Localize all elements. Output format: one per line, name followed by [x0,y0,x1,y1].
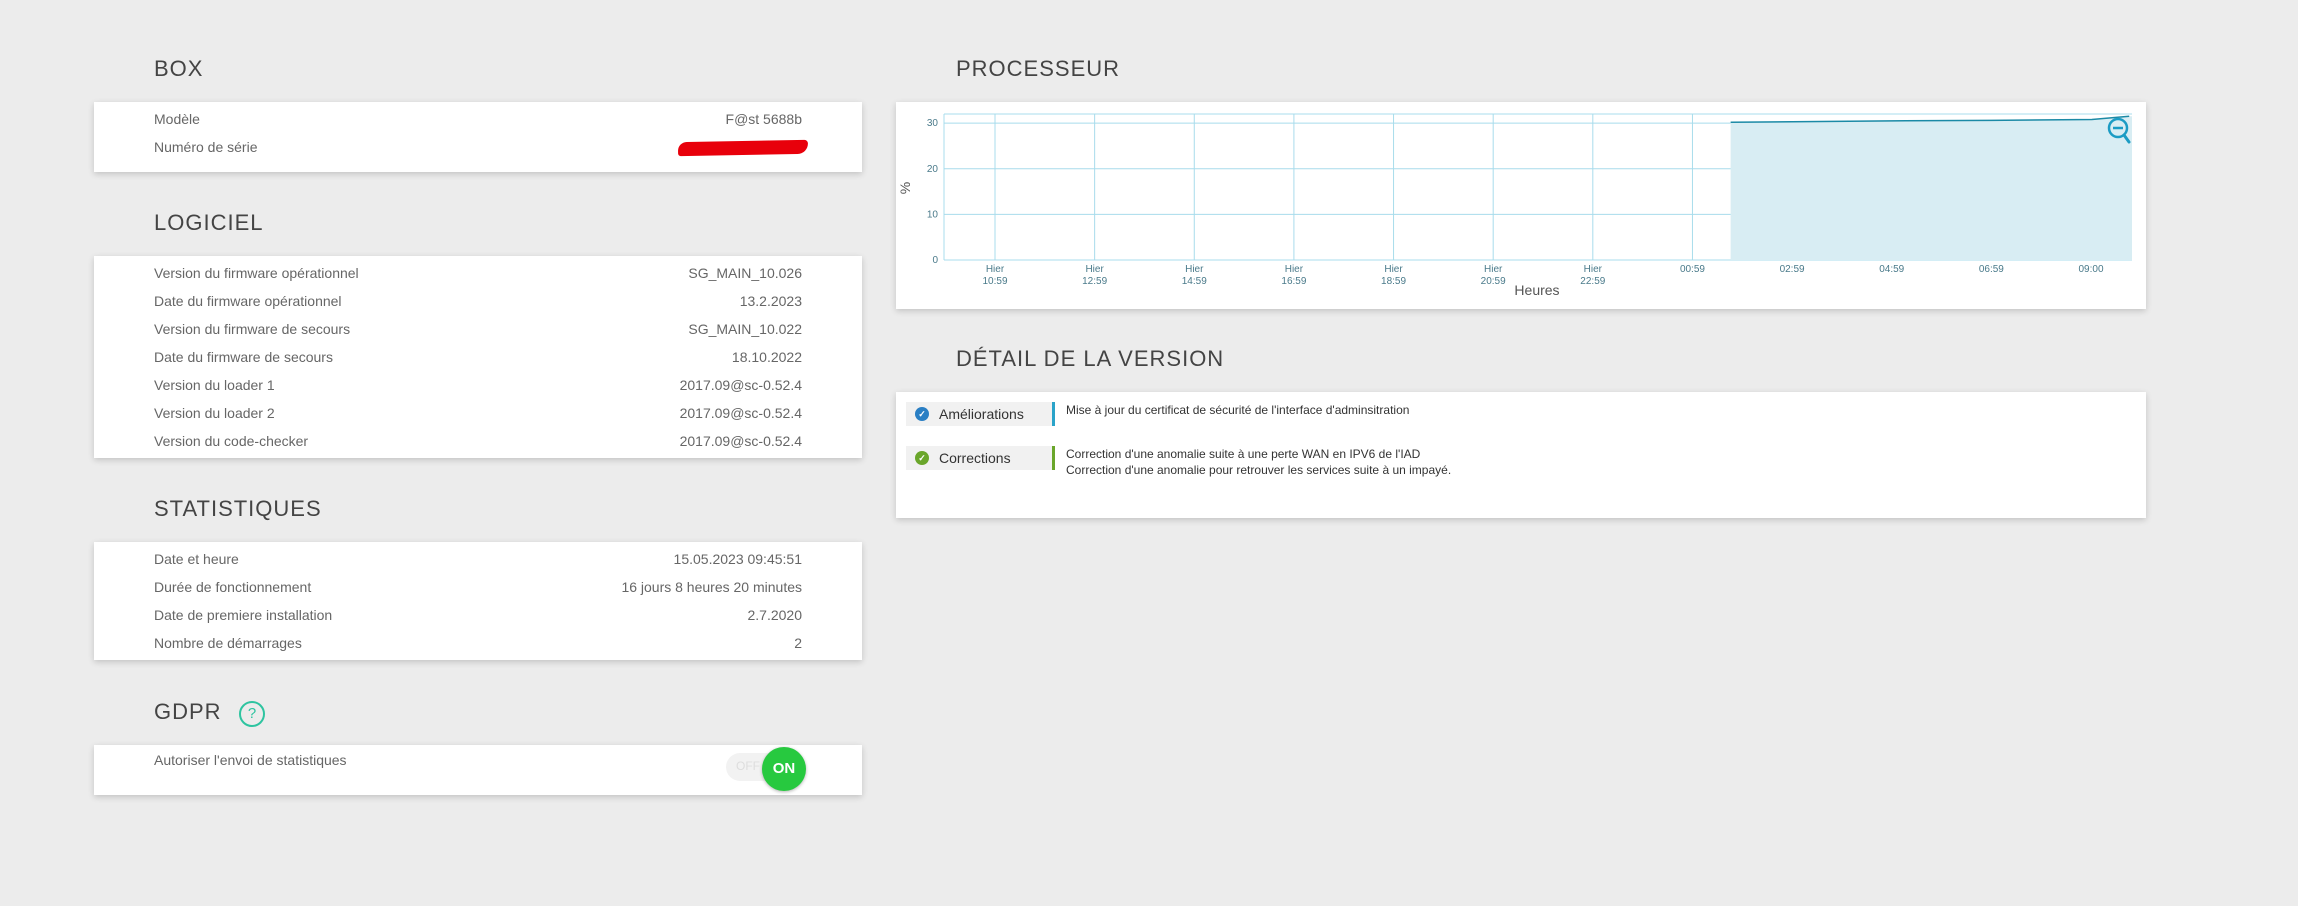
cpu-area-fill [1730,116,2132,260]
logiciel-label: Version du code-checker [154,433,309,449]
logiciel-label: Version du loader 1 [154,377,275,393]
logiciel-row: Version du loader 2 2017.09@sc-0.52.4 [154,399,802,427]
stats-label: Nombre de démarrages [154,635,302,651]
x-tick-label: 00:59 [1680,264,1705,275]
corrections-text: Correction d'une anomalie suite à une pe… [1066,446,1451,478]
serial-redaction-mark [677,139,809,157]
box-section-title: BOX [154,56,204,81]
y-tick-label: 30 [927,118,939,129]
stats-row: Date et heure 15.05.2023 09:45:51 [154,545,802,573]
stats-label: Date et heure [154,551,239,567]
logiciel-value: 18.10.2022 [731,349,802,365]
x-tick-label: Hier [1085,264,1104,275]
logiciel-label: Date du firmware de secours [154,349,333,365]
check-icon: ✓ [915,451,929,465]
x-tick-label: 10:59 [982,276,1007,287]
logiciel-row: Date du firmware de secours 18.10.2022 [154,343,802,371]
corrections-tag: ✓ Corrections [906,446,1055,470]
logiciel-value: 13.2.2023 [739,293,802,309]
logiciel-row: Version du firmware de secours SG_MAIN_1… [154,315,802,343]
logiciel-value: SG_MAIN_10.022 [688,321,802,337]
statistiques-card: Date et heure 15.05.2023 09:45:51 Durée … [94,542,862,660]
box-serial-label: Numéro de série [154,139,258,155]
x-tick-label: 09:00 [2078,264,2103,275]
x-tick-label: 18:59 [1381,276,1406,287]
x-tick-label: 14:59 [1182,276,1207,287]
x-tick-label: 12:59 [1082,276,1107,287]
ameliorations-tag: ✓ Améliorations [906,402,1055,426]
logiciel-row: Version du loader 1 2017.09@sc-0.52.4 [154,371,802,399]
x-tick-label: Hier [1384,264,1403,275]
x-tick-label: 22:59 [1580,276,1605,287]
x-tick-label: 20:59 [1481,276,1506,287]
x-tick-label: 02:59 [1780,264,1805,275]
gdpr-section-title: GDPR [154,699,222,724]
stats-row: Date de premiere installation 2.7.2020 [154,601,802,629]
processeur-card: 0 10 20 30 Hier 10:59 Hier 12:59 Hier 14:59 Hier 16… [896,102,2146,309]
x-tick-label: Hier [1484,264,1503,275]
logiciel-value: 2017.09@sc-0.52.4 [679,405,802,421]
stats-row: Nombre de démarrages 2 [154,629,802,657]
ameliorations-text: Mise à jour du certificat de sécurité de… [1066,402,1409,418]
logiciel-label: Version du firmware de secours [154,321,351,337]
y-tick-label: 10 [927,209,939,220]
toggle-on-knob[interactable]: ON [762,747,806,791]
y-axis-name: % [897,182,913,194]
gdpr-row: Autoriser l'envoi de statistiques [154,746,802,774]
logiciel-row: Date du firmware opérationnel 13.2.2023 [154,287,802,315]
logiciel-label: Version du firmware opérationnel [154,265,359,281]
gdpr-card: Autoriser l'envoi de statistiques OFF ON [94,745,862,795]
stats-value: 2 [794,635,802,651]
version-card: ✓ Améliorations Mise à jour du certifica… [896,392,2146,518]
logiciel-label: Date du firmware opérationnel [154,293,342,309]
y-tick-label: 0 [932,255,938,266]
version-line: Mise à jour du certificat de sécurité de… [1066,403,1410,417]
x-tick-label: 06:59 [1979,264,2004,275]
gdpr-help-icon[interactable]: ? [239,701,265,727]
box-model-value: F@st 5688b [725,111,802,127]
logiciel-label: Version du loader 2 [154,405,275,421]
stats-label: Date de premiere installation [154,607,333,623]
stats-value: 16 jours 8 heures 20 minutes [621,579,802,595]
gdpr-label: Autoriser l'envoi de statistiques [154,752,347,768]
y-tick-label: 20 [927,164,939,175]
statistiques-section-title: STATISTIQUES [154,496,322,521]
logiciel-value: 2017.09@sc-0.52.4 [679,433,802,449]
x-tick-label: 16:59 [1281,276,1306,287]
x-tick-label: Hier [986,264,1005,275]
processeur-section-title: PROCESSEUR [956,56,1121,81]
box-model-label: Modèle [154,111,200,127]
x-axis-name: Heures [1514,282,1559,298]
x-tick-label: Hier [1185,264,1204,275]
x-tick-label: Hier [1285,264,1304,275]
gdpr-statistics-toggle[interactable]: OFF ON [726,747,806,791]
stats-value: 2.7.2020 [747,607,803,623]
stats-value: 15.05.2023 09:45:51 [673,551,802,567]
x-tick-label: Hier [1584,264,1603,275]
stats-label: Durée de fonctionnement [154,579,312,595]
logiciel-row: Version du code-checker 2017.09@sc-0.52.… [154,427,802,455]
logiciel-section-title: LOGICIEL [154,210,264,235]
box-row-model: Modèle F@st 5688b [154,105,802,133]
version-section-title: DÉTAIL DE LA VERSION [956,346,1225,371]
cpu-chart: 0102030Hier10:59Hier12:59Hier14:59Hier16… [897,113,2132,298]
check-icon: ✓ [915,407,929,421]
logiciel-value: SG_MAIN_10.026 [688,265,802,281]
logiciel-value: 2017.09@sc-0.52.4 [679,377,802,393]
box-row-serial: Numéro de série [154,133,809,161]
logiciel-row: Version du firmware opérationnel SG_MAIN… [154,259,802,287]
stats-row: Durée de fonctionnement 16 jours 8 heure… [154,573,802,601]
tag-label: Corrections [939,450,1011,466]
version-line: Correction d'une anomalie suite à une pe… [1066,447,1421,461]
box-card: Modèle F@st 5688b Numéro de série [94,102,862,172]
tag-label: Améliorations [939,406,1024,422]
toggle-off-label: OFF [736,759,760,773]
version-line: Correction d'une anomalie pour retrouver… [1066,463,1452,477]
logiciel-card: Version du firmware opérationnel SG_MAIN… [94,256,862,458]
x-tick-label: 04:59 [1879,264,1904,275]
